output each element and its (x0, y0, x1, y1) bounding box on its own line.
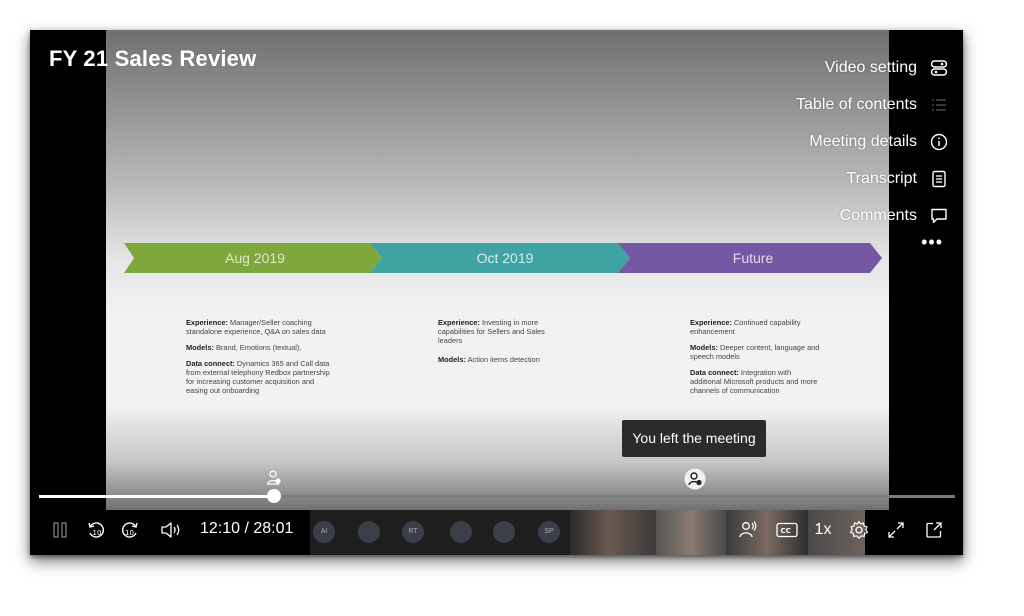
timeline-label-aug-2019: Aug 2019 (225, 250, 285, 266)
left-meeting-tooltip: You left the meeting (622, 420, 766, 457)
participants-button[interactable] (736, 518, 760, 542)
pop-out-icon[interactable] (922, 518, 946, 542)
participant-avatar (493, 521, 515, 543)
info-icon (929, 132, 949, 152)
fullscreen-icon[interactable] (884, 518, 908, 542)
playback-speed-button[interactable]: 1x (811, 518, 835, 542)
svg-text:10: 10 (125, 529, 134, 537)
slide-column-oct: Experience: Investing in more capabiliti… (438, 318, 545, 364)
menu-item-transcript[interactable]: Transcript (796, 160, 949, 197)
timeline-label-oct-2019: Oct 2019 (476, 250, 534, 266)
menu-item-comments[interactable]: Comments (796, 197, 949, 234)
participant-video-thumbnail (570, 510, 656, 555)
participant-video-thumbnail (656, 510, 726, 555)
forward-10-button[interactable]: 10 (118, 518, 142, 542)
slide-column-aug: Experience: Manager/Seller coaching stan… (186, 318, 330, 395)
menu-item-table-of-contents[interactable]: Table of contents (796, 86, 949, 123)
list-icon (929, 95, 949, 115)
participant-avatar: RT (402, 521, 424, 543)
document-icon (929, 169, 949, 189)
progress-scrubber[interactable] (267, 489, 281, 503)
volume-button[interactable] (158, 518, 184, 542)
menu-item-video-setting[interactable]: Video setting (796, 49, 949, 86)
side-menu: Video setting Table of contents Meeting … (796, 49, 949, 234)
captions-button[interactable]: CC (774, 518, 800, 542)
participant-avatar (450, 521, 472, 543)
presentation-slide: Aug 2019 Oct 2019 Future Experience: Man… (106, 30, 889, 510)
rewind-10-button[interactable]: 10 (84, 518, 108, 542)
participant-avatar: AI (313, 521, 335, 543)
svg-text:10: 10 (93, 529, 102, 537)
slide-column-future: Experience: Continued capability enhance… (690, 318, 820, 395)
svg-text:CC: CC (781, 527, 791, 535)
settings-toggle-icon (929, 58, 949, 78)
menu-item-meeting-details[interactable]: Meeting details (796, 123, 949, 160)
more-options-icon[interactable]: ••• (921, 232, 943, 253)
time-display: 12:10 / 28:01 (200, 520, 294, 537)
participant-avatar (358, 521, 380, 543)
timeline-label-future: Future (732, 250, 774, 266)
left-meeting-marker-icon[interactable] (684, 468, 706, 495)
settings-gear-icon[interactable] (847, 518, 871, 542)
participant-marker-icon[interactable] (266, 470, 282, 491)
comment-icon (929, 206, 949, 226)
progress-fill (39, 495, 274, 498)
video-title: FY 21 Sales Review (49, 46, 257, 71)
participant-avatar: SP (538, 521, 560, 543)
video-player[interactable]: Aug 2019 Oct 2019 Future Experience: Man… (30, 30, 963, 555)
pause-button[interactable] (50, 518, 70, 542)
